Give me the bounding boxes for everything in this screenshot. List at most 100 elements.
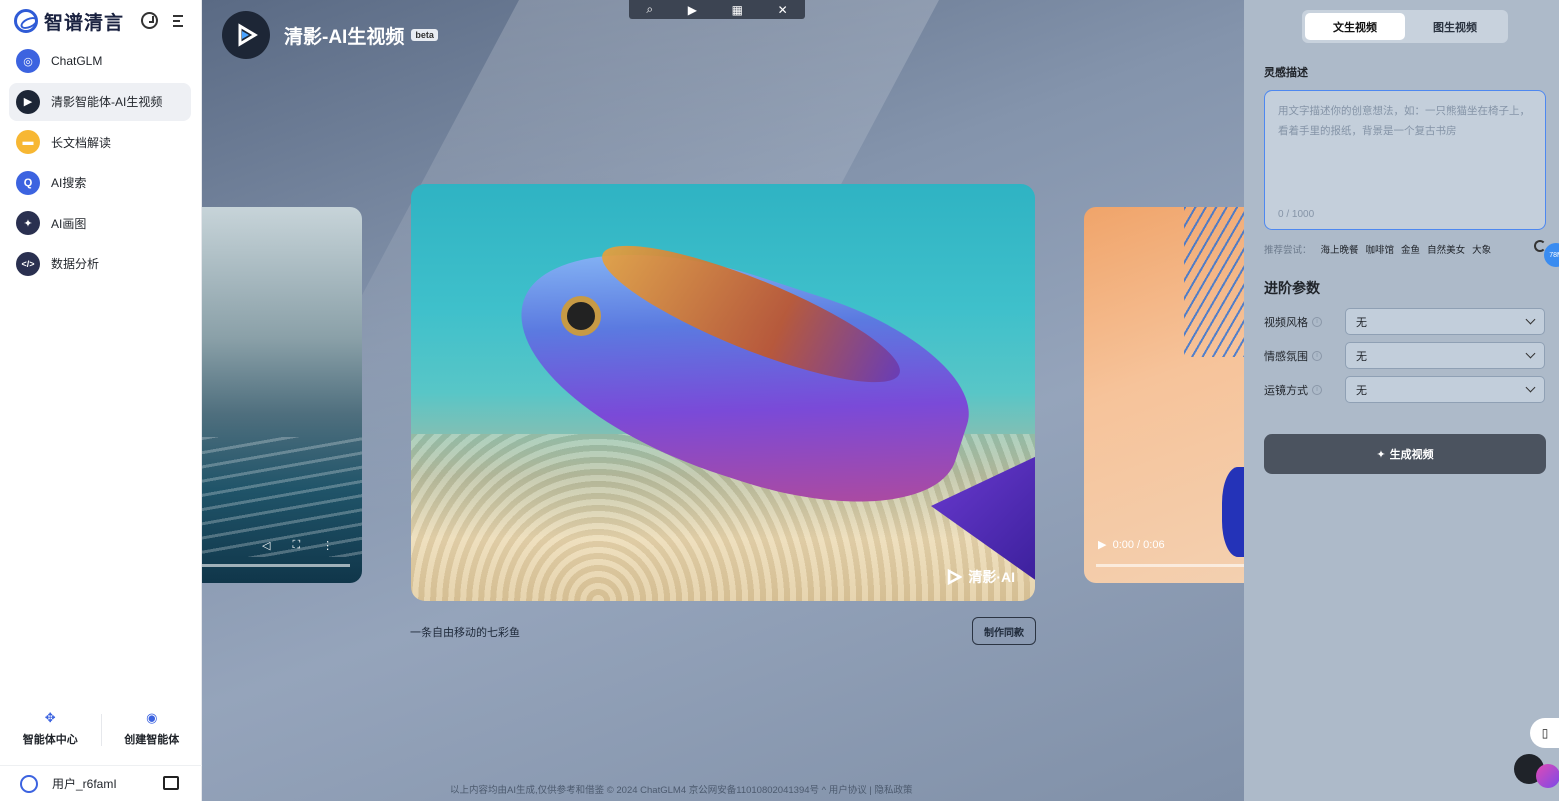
prompt-input[interactable]: 用文字描述你的创意想法，如：一只熊猫坐在椅子上，看着手里的报纸，背景是一个复古书… (1264, 90, 1546, 230)
qingying-logo-icon (222, 11, 270, 59)
mood-select[interactable]: 无 (1345, 342, 1545, 369)
book-icon[interactable]: ▯ (1530, 718, 1559, 748)
code-icon: </> (16, 251, 40, 276)
info-icon[interactable]: i (1312, 350, 1322, 361)
create-agent-label: 创建智能体 (124, 734, 180, 746)
sidebar-item-chatglm[interactable]: ◎ ChatGLM (9, 42, 191, 80)
progress-bar[interactable] (202, 564, 350, 567)
sidebar-item-label: AI搜索 (51, 176, 87, 190)
sidebar-item-ai-video[interactable]: ▶ 清影智能体-AI生视频 (9, 82, 191, 121)
param-label: 运镜方式 (1264, 384, 1308, 397)
watermark-text: 清影·AI (968, 569, 1015, 585)
more-icon[interactable]: ⋮ (322, 539, 333, 552)
grid-icon[interactable]: ▦ (732, 3, 743, 17)
app-header: 清影-AI生视频 beta (222, 11, 438, 59)
generate-video-button[interactable]: ✦ 生成视频 (1264, 434, 1546, 474)
sidebar-nav: ◎ ChatGLM ▶ 清影智能体-AI生视频 ▬ 长文档解读 Q AI搜索 ✦… (9, 42, 191, 285)
brand-name: 智谱清言 (44, 12, 125, 34)
camera-select[interactable]: 无 (1345, 376, 1545, 403)
sidebar-item-long-doc[interactable]: ▬ 长文档解读 (9, 123, 191, 161)
generation-panel: 文生视频 图生视频 灵感描述 用文字描述你的创意想法，如：一只熊猫坐在椅子上，看… (1244, 0, 1559, 801)
collapse-sidebar-icon[interactable] (172, 12, 189, 29)
style-select[interactable]: 无 (1345, 308, 1545, 335)
beta-badge: beta (411, 29, 438, 41)
suggestion-chip[interactable]: 自然美女 (1427, 242, 1465, 256)
chatglm-icon: ◎ (16, 49, 40, 73)
fish-eye (561, 296, 601, 336)
agent-center-label: 智能体中心 (22, 734, 78, 746)
device-switch-icon[interactable] (163, 776, 179, 790)
zoom-icon[interactable]: ⌕ (646, 2, 653, 17)
video-card-next[interactable]: ▶ 0:00 / 0:06 (1084, 207, 1244, 583)
sidebar-item-label: AI画图 (51, 216, 87, 231)
suggest-label: 推荐尝试： (1264, 245, 1312, 256)
grid-icon: ✥ (44, 710, 56, 725)
sidebar: 智谱清言 ◎ ChatGLM ▶ 清影智能体-AI生视频 ▬ 长文档解读 Q A… (0, 0, 202, 801)
progress-bar[interactable] (1096, 564, 1244, 567)
suggestion-chip[interactable]: 海上晚餐 (1321, 242, 1359, 256)
folder-icon: ▬ (16, 130, 40, 154)
inspiration-title: 灵感描述 (1264, 67, 1308, 79)
tab-text-to-video[interactable]: 文生视频 (1305, 13, 1405, 40)
suggestion-chip[interactable]: 咖啡馆 (1366, 242, 1395, 256)
footer: 以上内容均由AI生成,仅供参考和借鉴 © 2024 ChatGLM4 京公网安备… (450, 785, 913, 796)
suggestions: 推荐尝试： 海上晚餐 咖啡馆 金鱼 自然美女 大象 (1264, 242, 1491, 256)
create-agent-button[interactable]: ◉ 创建智能体 (102, 705, 203, 755)
param-camera: 运镜方式 i 无 (1264, 376, 1546, 403)
sidebar-item-ai-draw[interactable]: ✦ AI画图 (9, 204, 191, 242)
mode-tabs: 文生视频 图生视频 (1302, 10, 1508, 43)
speed-badge[interactable]: 78M (1544, 243, 1559, 267)
video-time-text: 0:00 / 0:06 (1112, 539, 1165, 551)
search-icon: Q (16, 170, 40, 195)
param-label: 视频风格 (1264, 316, 1308, 329)
sidebar-item-label: 长文档解读 (51, 135, 112, 150)
info-icon[interactable]: i (1312, 384, 1322, 395)
brain-icon[interactable] (1536, 764, 1559, 788)
zhipu-logo-icon (14, 9, 38, 33)
play-icon[interactable]: ▶ (688, 3, 697, 17)
prompt-placeholder: 用文字描述你的创意想法，如：一只熊猫坐在椅子上，看着手里的报纸，背景是一个复古书… (1278, 105, 1530, 137)
chevron-down-icon (1525, 348, 1536, 359)
blue-shape (1222, 467, 1244, 557)
select-value: 无 (1356, 384, 1367, 397)
create-agent-icon: ◉ (146, 710, 158, 725)
history-icon[interactable] (141, 12, 158, 29)
chevron-down-icon (1525, 314, 1536, 325)
video-card-prev[interactable]: ◁ ⛶ ⋮ (202, 207, 362, 583)
mute-icon[interactable]: ◁ (262, 539, 270, 552)
user-row[interactable]: 用户_r6famI (0, 765, 202, 801)
info-icon[interactable]: i (1312, 316, 1322, 327)
sidebar-item-label: 数据分析 (51, 257, 100, 271)
video-caption: 一条自由移动的七彩鱼 (410, 627, 520, 639)
make-same-button[interactable]: 制作同款 (972, 617, 1036, 645)
video-time: ▶ 0:00 / 0:06 (1098, 539, 1165, 551)
char-counter: 0 / 1000 (1278, 209, 1315, 220)
sparkle-icon: ✦ (1376, 448, 1386, 461)
watermark: 清影·AI (946, 567, 1015, 587)
select-value: 无 (1356, 350, 1367, 363)
user-name: 用户_r6famI (52, 777, 117, 791)
floating-toolbar: ⌕ ▶ ▦ ✕ (629, 0, 805, 19)
suggestion-chip[interactable]: 大象 (1472, 242, 1491, 256)
brand[interactable]: 智谱清言 (14, 8, 124, 34)
chevron-down-icon (1525, 382, 1536, 393)
watermark-logo-icon (948, 569, 963, 585)
tab-image-to-video[interactable]: 图生视频 (1405, 13, 1505, 40)
param-style: 视频风格 i 无 (1264, 308, 1546, 335)
close-icon[interactable]: ✕ (778, 3, 788, 17)
param-mood: 情感氛围 i 无 (1264, 342, 1546, 369)
select-value: 无 (1356, 316, 1367, 329)
sidebar-item-label: ChatGLM (51, 54, 103, 68)
video-stage: 清影-AI生视频 beta ⌕ ▶ ▦ ✕ ◁ ⛶ ⋮ 清影·AI ▶ 0:00… (202, 0, 1244, 801)
agent-center-button[interactable]: ✥ 智能体中心 (0, 705, 101, 755)
sidebar-item-data-analysis[interactable]: </> 数据分析 (9, 245, 191, 283)
advanced-title: 进阶参数 (1264, 280, 1320, 296)
video-play-icon: ▶ (16, 89, 40, 114)
video-card-main[interactable]: 清影·AI (411, 184, 1035, 601)
suggestion-chip[interactable]: 金鱼 (1401, 242, 1420, 256)
fullscreen-icon[interactable]: ⛶ (292, 539, 300, 552)
sidebar-item-ai-search[interactable]: Q AI搜索 (9, 164, 191, 202)
user-avatar-icon (20, 774, 38, 793)
param-label: 情感氛围 (1264, 350, 1308, 363)
generate-label: 生成视频 (1389, 449, 1434, 461)
